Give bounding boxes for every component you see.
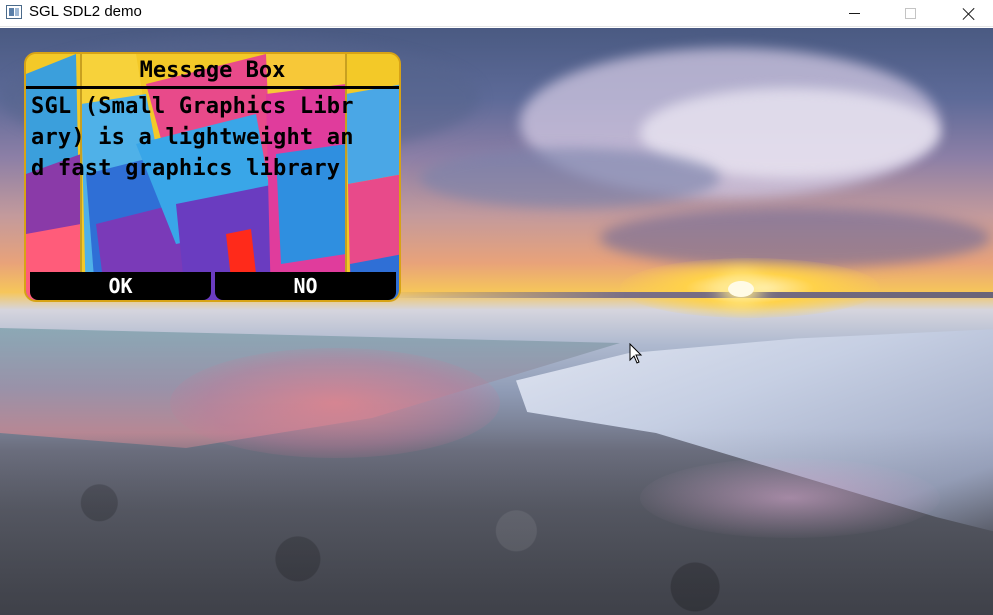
horizon-line xyxy=(380,292,993,298)
maximize-icon xyxy=(904,8,916,19)
message-line: d fast graphics library xyxy=(31,156,341,181)
ok-button[interactable]: OK xyxy=(30,272,211,300)
close-button[interactable] xyxy=(946,0,992,27)
message-box-title: Message Box xyxy=(26,54,399,89)
message-line: SGL (Small Graphics Libr xyxy=(31,94,354,119)
message-box-text: SGL (Small Graphics Libr ary) is a lightw… xyxy=(31,91,396,184)
app-window-icon xyxy=(6,5,22,19)
cloud xyxy=(420,148,720,208)
window-title-bar[interactable]: SGL SDL2 demo xyxy=(0,0,993,27)
window-title: SGL SDL2 demo xyxy=(29,3,142,20)
close-icon xyxy=(962,7,976,21)
mouse-pointer-icon xyxy=(629,343,643,364)
minimize-button[interactable] xyxy=(831,0,877,27)
sun xyxy=(728,281,754,297)
message-line: ary) is a lightweight an xyxy=(31,125,354,150)
no-button[interactable]: NO xyxy=(215,272,396,300)
message-box[interactable]: Message Box SGL (Small Graphics Libr ary)… xyxy=(24,52,401,302)
rocky-shore xyxy=(0,428,993,615)
maximize-button[interactable] xyxy=(887,0,933,27)
minimize-icon xyxy=(848,13,860,14)
